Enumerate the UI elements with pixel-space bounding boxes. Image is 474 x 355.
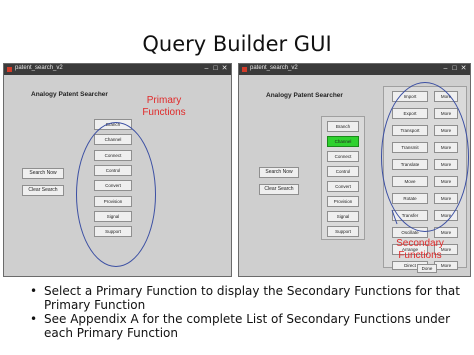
bullet-item: • Select a Primary Function to display t… <box>30 284 460 312</box>
bullet-icon: • <box>30 312 38 326</box>
bullet-list: • Select a Primary Function to display t… <box>30 284 470 340</box>
bullet-icon: • <box>30 284 38 298</box>
bullet-item: • See Appendix A for the complete List o… <box>30 312 450 340</box>
